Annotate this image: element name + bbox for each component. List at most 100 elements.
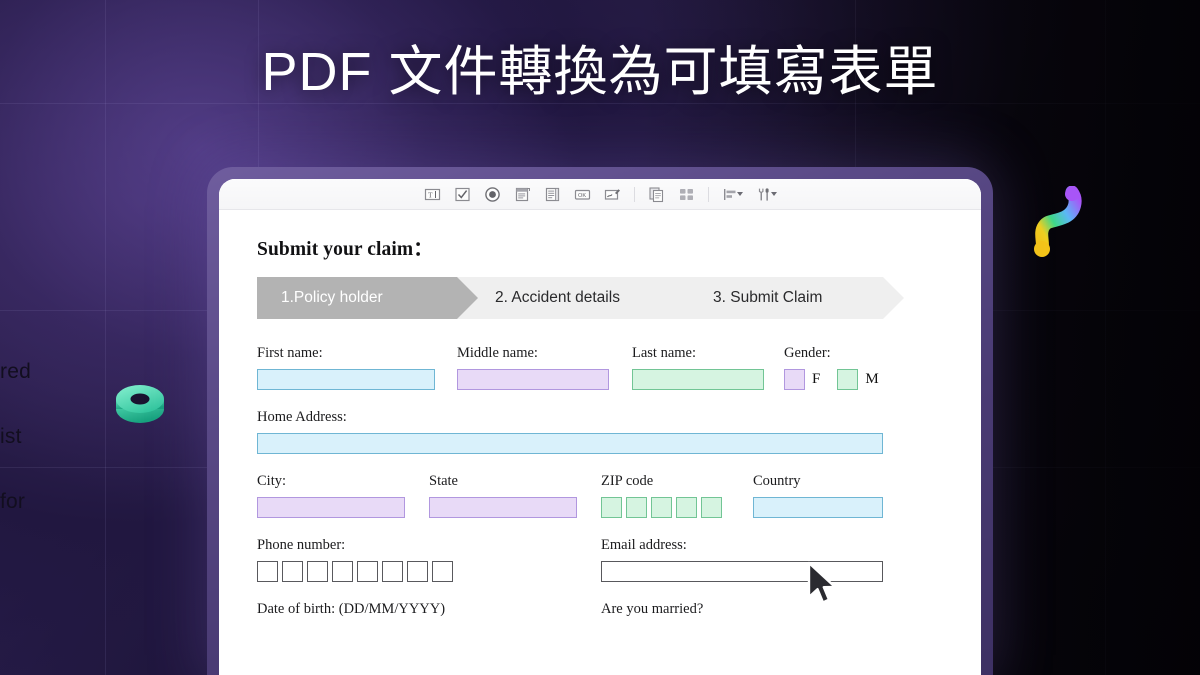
combo-box-icon[interactable] [514,186,531,203]
screenshot-stage: red ist for PDF 文件轉換為可填寫表單 T OK Submit y… [0,0,1200,675]
middle-name-label: Middle name: [457,345,538,361]
country-input[interactable] [753,497,883,518]
field-group-married: Are you married? [601,601,703,625]
gender-male-letter: M [865,371,879,387]
wrench-screwdriver-icon [756,186,773,203]
first-name-label: First name: [257,345,323,361]
phone-cell[interactable] [282,561,303,582]
form-row-location: City: State ZIP code Country [257,473,947,518]
document-heading: Submit your claim： [257,239,433,260]
email-address-input[interactable] [601,561,883,582]
torus-3d-icon [112,378,168,430]
form-row-contact: Phone number: Email address: [257,537,947,582]
country-label: Country [753,473,801,489]
last-name-input[interactable] [632,369,764,390]
zip-code-input[interactable] [601,497,753,518]
align-left-icon [722,186,739,203]
phone-cell[interactable] [407,561,428,582]
page-title: PDF 文件轉換為可填寫表單 [261,42,939,102]
toolbar-separator-2 [707,186,709,202]
form-toolbar[interactable]: T OK [219,179,981,210]
gender-option-female[interactable]: F [784,369,820,390]
stepper-step-policy-holder[interactable]: 1.Policy holder [257,277,478,319]
ghost-text-line-3: for [0,490,26,513]
zip-cell[interactable] [626,497,647,518]
middle-name-input[interactable] [457,369,609,390]
first-name-input[interactable] [257,369,435,390]
zip-cell[interactable] [701,497,722,518]
checkbox-icon[interactable] [454,186,471,203]
gender-label: Gender: [784,345,831,361]
phone-number-input[interactable] [257,561,601,582]
align-dropdown-icon[interactable] [722,186,743,203]
gender-male-checkbox[interactable] [837,369,859,390]
zip-cell[interactable] [676,497,697,518]
squiggle-3d-icon [1028,185,1086,260]
ghost-text-line-2: ist [0,425,22,448]
phone-cell[interactable] [307,561,328,582]
form-tools-dropdown-icon[interactable] [756,186,777,203]
gender-female-letter: F [812,371,821,387]
stepper-step-label: 3. Submit Claim [713,289,823,306]
tablet-device-frame: T OK Submit your claim： 1.Policy holder … [207,167,993,675]
zip-cell[interactable] [601,497,622,518]
app-window: T OK Submit your claim： 1.Policy holder … [219,179,981,675]
field-group-date-of-birth: Date of birth: (DD/MM/YYYY) [257,601,601,625]
zip-cell[interactable] [651,497,672,518]
field-group-home-address: Home Address: [257,409,947,454]
svg-text:T: T [428,190,433,199]
married-label: Are you married? [601,601,704,617]
date-of-birth-label: Date of birth: (DD/MM/YYYY) [257,601,446,617]
toolbar-separator-1 [633,186,635,202]
push-button-icon[interactable]: OK [574,186,591,203]
form-row-names: First name: Middle name: Last name: Gend… [257,345,947,390]
radio-button-icon[interactable] [484,186,501,203]
email-address-label: Email address: [601,537,687,553]
stepper-step-accident-details[interactable]: 2. Accident details [457,277,696,319]
field-group-country: Country [753,473,883,518]
claim-stepper: 1.Policy holder 2. Accident details 3. S… [257,277,947,319]
stepper-step-label: 1.Policy holder [281,289,383,306]
field-group-zip-code: ZIP code [601,473,753,518]
field-group-email-address: Email address: [601,537,883,582]
stepper-step-submit-claim[interactable]: 3. Submit Claim [675,277,904,319]
city-label: City: [257,473,287,489]
phone-cell[interactable] [332,561,353,582]
tile-layout-icon[interactable] [678,186,695,203]
gender-female-checkbox[interactable] [784,369,805,390]
list-box-icon[interactable] [544,186,561,203]
svg-text:OK: OK [578,193,586,199]
field-group-city: City: [257,473,429,518]
phone-cell[interactable] [382,561,403,582]
state-label: State [429,473,458,489]
field-group-gender: Gender: F M [784,345,879,390]
field-group-first-name: First name: [257,345,457,390]
ghost-text-line-1: red [0,360,31,383]
phone-number-label: Phone number: [257,537,346,553]
phone-cell[interactable] [357,561,378,582]
pdf-document-page: Submit your claim： 1.Policy holder 2. Ac… [219,210,981,675]
state-input[interactable] [429,497,577,518]
text-field-icon[interactable]: T [424,186,441,203]
form-row-dob-married: Date of birth: (DD/MM/YYYY) Are you marr… [257,601,947,625]
phone-cell[interactable] [432,561,453,582]
phone-cell[interactable] [257,561,278,582]
field-group-last-name: Last name: [632,345,784,390]
city-input[interactable] [257,497,405,518]
gender-option-male[interactable]: M [837,369,879,390]
form-row-home-address: Home Address: [257,409,947,454]
chevron-right-shape [457,277,478,319]
home-address-label: Home Address: [257,409,347,425]
signature-field-icon[interactable] [604,186,621,203]
zip-code-label: ZIP code [601,473,654,489]
field-group-phone-number: Phone number: [257,537,601,582]
duplicate-icon[interactable] [648,186,665,203]
chevron-right-shape [883,277,904,319]
background-ghost-text: red ist for [0,355,70,512]
home-address-input[interactable] [257,433,883,454]
stepper-step-label: 2. Accident details [495,289,620,306]
field-group-state: State [429,473,601,518]
last-name-label: Last name: [632,345,697,361]
field-group-middle-name: Middle name: [457,345,632,390]
chevron-right-shape [675,277,696,319]
